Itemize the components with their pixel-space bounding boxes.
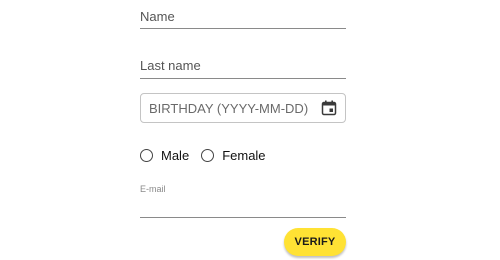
gender-option-male[interactable]: Male	[140, 148, 189, 163]
name-label: Name	[140, 9, 175, 24]
last-name-label: Last name	[140, 58, 201, 73]
registration-form: Name Last name Male Female E-mail VERIFY	[0, 0, 500, 260]
radio-male[interactable]	[140, 148, 153, 162]
email-label: E-mail	[140, 184, 166, 194]
birthday-field[interactable]	[140, 93, 346, 123]
radio-label-male: Male	[161, 147, 190, 163]
birthday-input[interactable]	[149, 94, 315, 122]
name-field[interactable]: Name	[140, 0, 346, 29]
calendar-icon[interactable]	[321, 100, 337, 116]
verify-button[interactable]: VERIFY	[284, 228, 346, 256]
radio-label-female: Female	[222, 147, 266, 163]
gender-option-female[interactable]: Female	[201, 147, 266, 163]
last-name-field[interactable]: Last name	[140, 50, 346, 79]
gender-radio-group: Male Female	[140, 146, 278, 164]
email-field[interactable]: E-mail	[140, 184, 346, 218]
radio-female[interactable]	[201, 148, 215, 162]
